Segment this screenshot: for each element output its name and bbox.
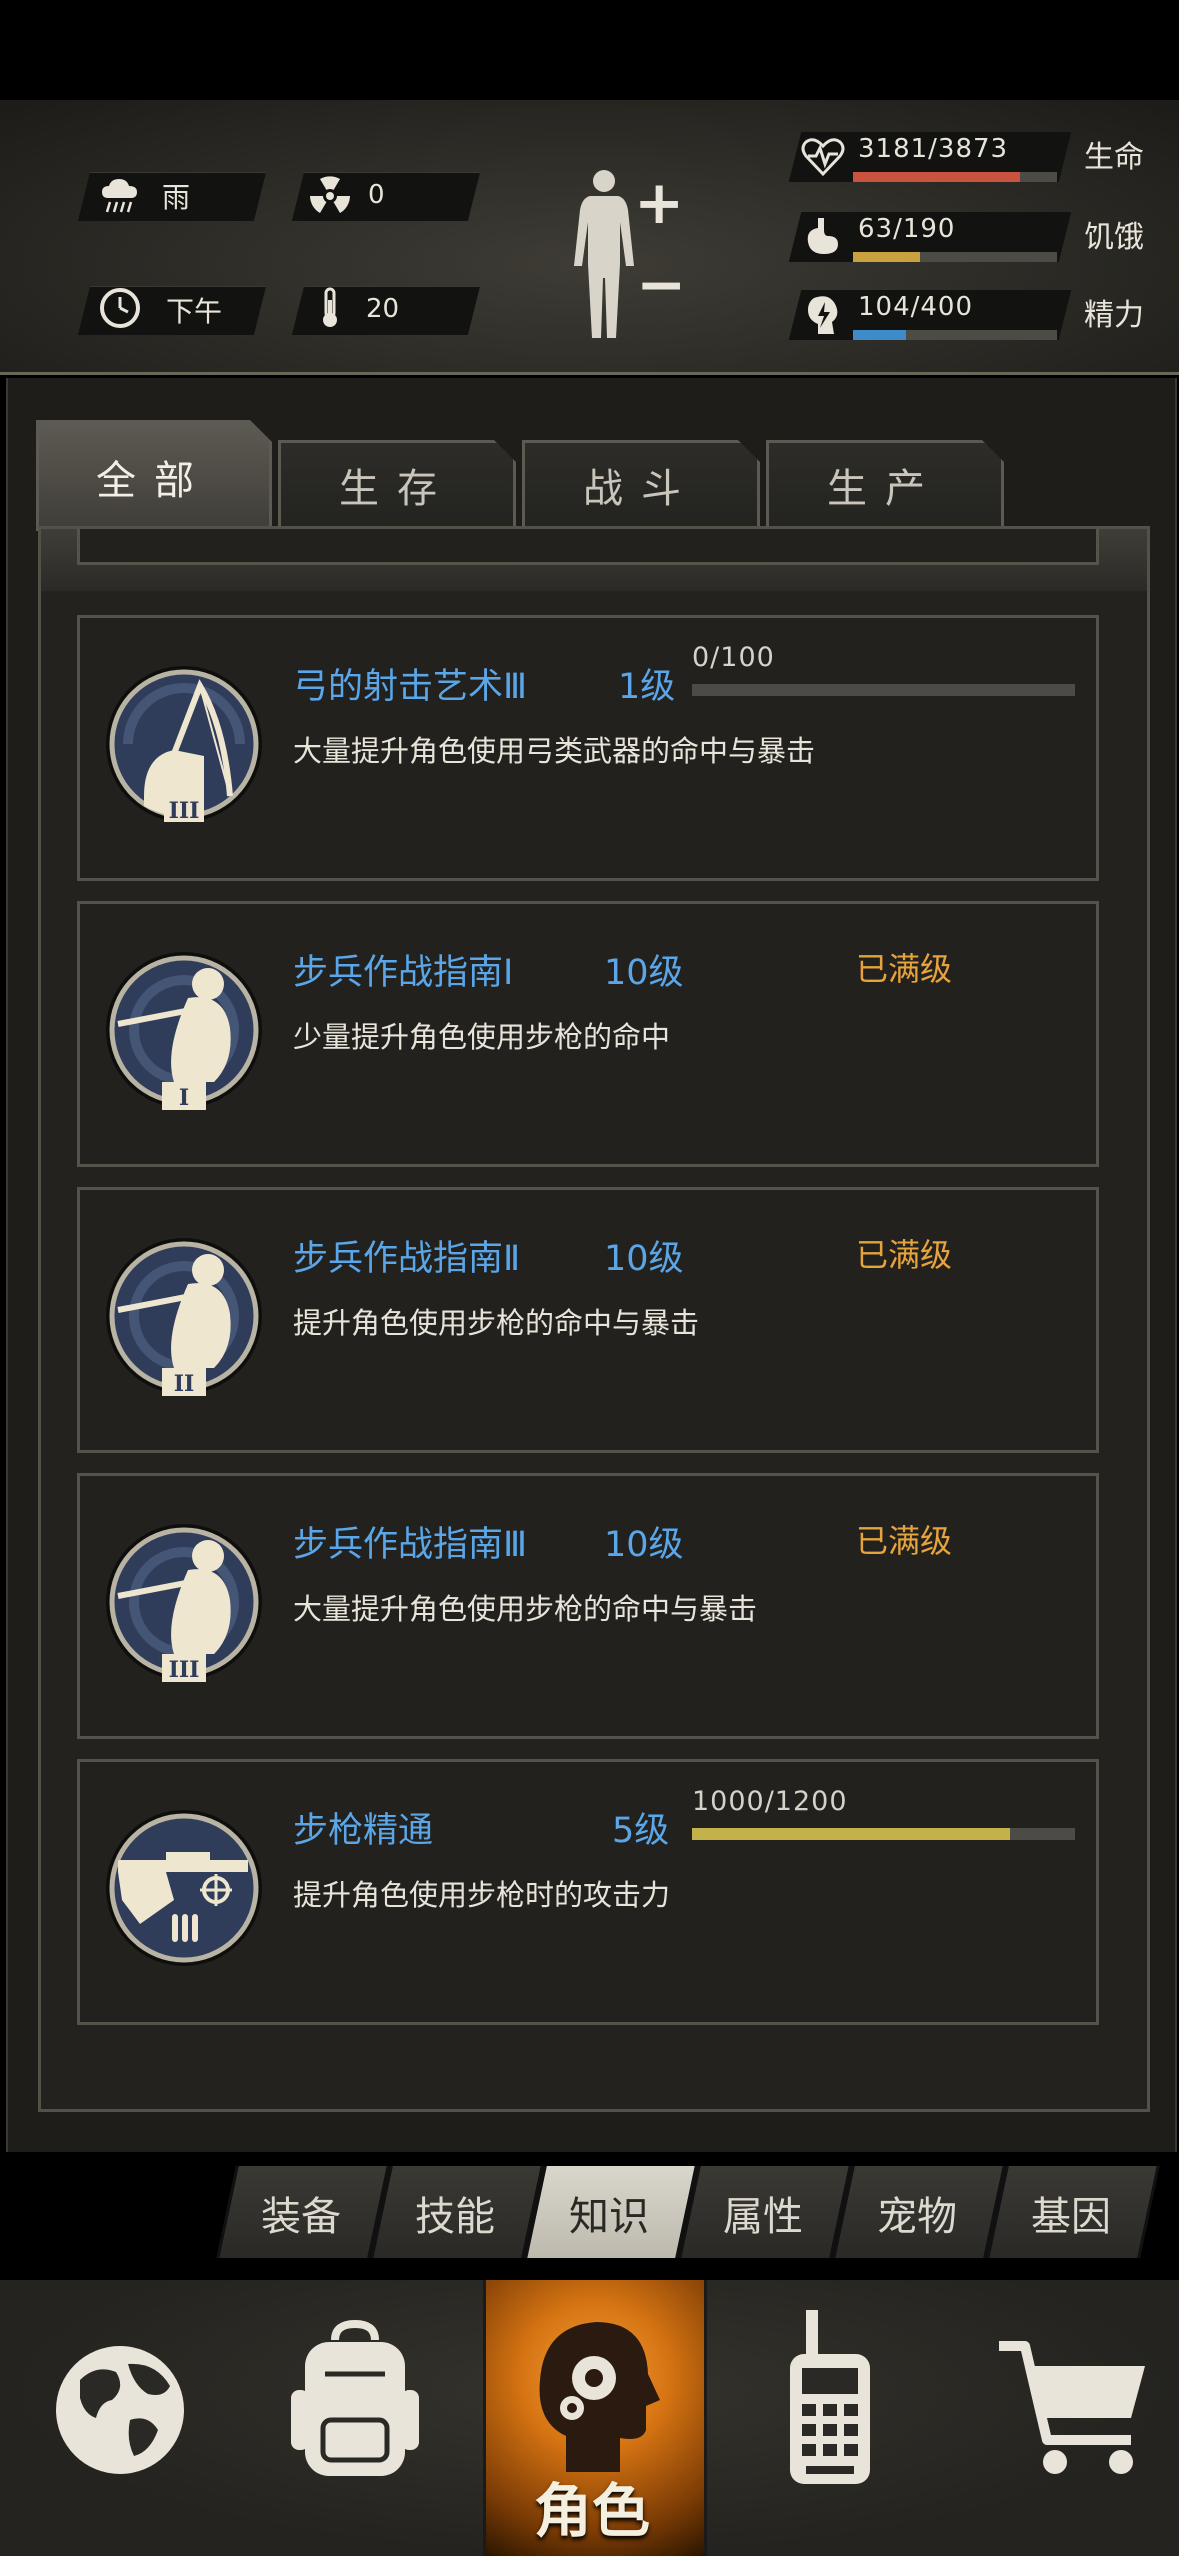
weather-label: 雨 xyxy=(162,181,191,214)
skill-card[interactable]: I 步兵作战指南Ⅰ 10级 已满级 少量提升角色使用步枪的命中 xyxy=(77,901,1099,1167)
skill-level: 10级 xyxy=(604,1525,684,1565)
add-body-button[interactable]: + xyxy=(634,168,684,238)
skill-name: 步兵作战指南Ⅰ xyxy=(293,953,514,993)
skill-level: 5级 xyxy=(612,1811,670,1851)
skill-progress-bar xyxy=(692,1828,1075,1840)
remove-body-button[interactable]: − xyxy=(636,250,686,320)
hunger-label: 饥饿 xyxy=(1084,220,1144,255)
skill-card[interactable]: II 步兵作战指南Ⅱ 10级 已满级 提升角色使用步枪的命中与暴击 xyxy=(77,1187,1099,1453)
health-bar xyxy=(853,172,1057,182)
rifle-emblem-icon xyxy=(106,1810,262,1966)
tab-all-label: 全部 xyxy=(96,458,212,504)
skill-level: 10级 xyxy=(604,953,684,993)
tab-all[interactable]: 全部 xyxy=(36,420,272,531)
svg-text:II: II xyxy=(174,1371,195,1397)
health-value: 3181/3873 xyxy=(858,134,1009,164)
skill-max-badge: 已满级 xyxy=(856,950,953,988)
skill-description: 大量提升角色使用弓类武器的命中与暴击 xyxy=(293,734,816,768)
skill-max-badge: 已满级 xyxy=(856,1522,953,1560)
head-gear-icon xyxy=(539,2322,660,2472)
skill-name: 步兵作战指南Ⅱ xyxy=(293,1239,521,1279)
skill-name: 弓的射击艺术Ⅲ xyxy=(293,667,528,707)
hunger-bar xyxy=(853,252,1057,262)
tab-production[interactable]: 生产 xyxy=(766,440,1004,527)
skill-level: 1级 xyxy=(618,667,676,707)
time-label: 下午 xyxy=(166,295,223,328)
subtab-skills-label: 技能 xyxy=(415,2194,495,2240)
svg-text:III: III xyxy=(169,798,200,824)
skill-progress-text: 1000/1200 xyxy=(692,1786,848,1817)
skill-progress-text: 0/100 xyxy=(692,642,775,673)
rifleman-emblem-icon: I xyxy=(106,952,262,1111)
tab-combat[interactable]: 战斗 xyxy=(522,440,760,527)
temperature-value: 20 xyxy=(366,294,400,324)
rifleman-emblem-icon: II xyxy=(106,1238,262,1397)
skill-progress-bar xyxy=(692,684,1075,696)
subtab-equipment-label: 装备 xyxy=(261,2194,341,2240)
health-label: 生命 xyxy=(1084,140,1144,175)
stomach-icon xyxy=(807,218,838,254)
subtab-knowledge-label: 知识 xyxy=(569,2194,649,2240)
tab-combat-label: 战斗 xyxy=(583,466,699,512)
skill-description: 提升角色使用步枪时的攻击力 xyxy=(293,1878,671,1912)
energy-icon xyxy=(808,296,838,334)
skill-card[interactable]: 步枪精通 5级 1000/1200 提升角色使用步枪时的攻击力 xyxy=(77,1759,1099,2025)
heart-pulse-icon xyxy=(801,138,845,177)
energy-value: 104/400 xyxy=(858,292,974,322)
clock-icon xyxy=(100,288,140,328)
rifleman-emblem-icon: III xyxy=(106,1524,262,1683)
status-header: 雨 0 下午 20 + − 3181/3873 生命 63/190 饥饿 104… xyxy=(0,100,1179,375)
rain-cloud-icon xyxy=(102,179,137,213)
tab-production-label: 生产 xyxy=(827,466,943,512)
bow-emblem-icon: III xyxy=(106,666,262,824)
tab-survival-label: 生存 xyxy=(339,466,455,512)
skill-level: 10级 xyxy=(604,1239,684,1279)
subtab-genes-label: 基因 xyxy=(1031,2194,1111,2240)
subtab-attributes-label: 属性 xyxy=(723,2194,803,2240)
energy-label: 精力 xyxy=(1084,298,1144,333)
thermometer-icon xyxy=(323,287,337,327)
radiation-icon xyxy=(310,176,350,213)
skill-max-badge: 已满级 xyxy=(856,1236,953,1274)
hunger-value: 63/190 xyxy=(858,214,956,244)
energy-bar xyxy=(853,330,1057,340)
radio-icon[interactable] xyxy=(740,2290,920,2540)
svg-text:III: III xyxy=(169,1657,200,1683)
radiation-value: 0 xyxy=(368,180,385,210)
backpack-icon[interactable] xyxy=(265,2290,445,2540)
skill-description: 大量提升角色使用步枪的命中与暴击 xyxy=(293,1592,758,1626)
skill-card-partial[interactable] xyxy=(77,529,1099,565)
svg-text:I: I xyxy=(179,1085,189,1111)
tab-survival[interactable]: 生存 xyxy=(278,440,516,527)
skill-name: 步枪精通 xyxy=(293,1811,434,1851)
skill-description: 提升角色使用步枪的命中与暴击 xyxy=(293,1306,700,1340)
skill-description: 少量提升角色使用步枪的命中 xyxy=(293,1020,671,1054)
globe-icon[interactable] xyxy=(30,2290,210,2540)
body-figure-icon[interactable] xyxy=(568,166,640,342)
skill-name: 步兵作战指南Ⅲ xyxy=(293,1525,528,1565)
cart-icon[interactable] xyxy=(985,2290,1165,2540)
subtab-pets-label: 宠物 xyxy=(877,2194,957,2240)
skill-card[interactable]: III 弓的射击艺术Ⅲ 1级 0/100 大量提升角色使用弓类武器的命中与暴击 xyxy=(77,615,1099,881)
skill-list[interactable]: III 弓的射击艺术Ⅲ 1级 0/100 大量提升角色使用弓类武器的命中与暴击 … xyxy=(38,526,1150,2112)
nav-role-label: 角色 xyxy=(533,2477,650,2545)
skill-card[interactable]: III 步兵作战指南Ⅲ 10级 已满级 大量提升角色使用步枪的命中与暴击 xyxy=(77,1473,1099,1739)
